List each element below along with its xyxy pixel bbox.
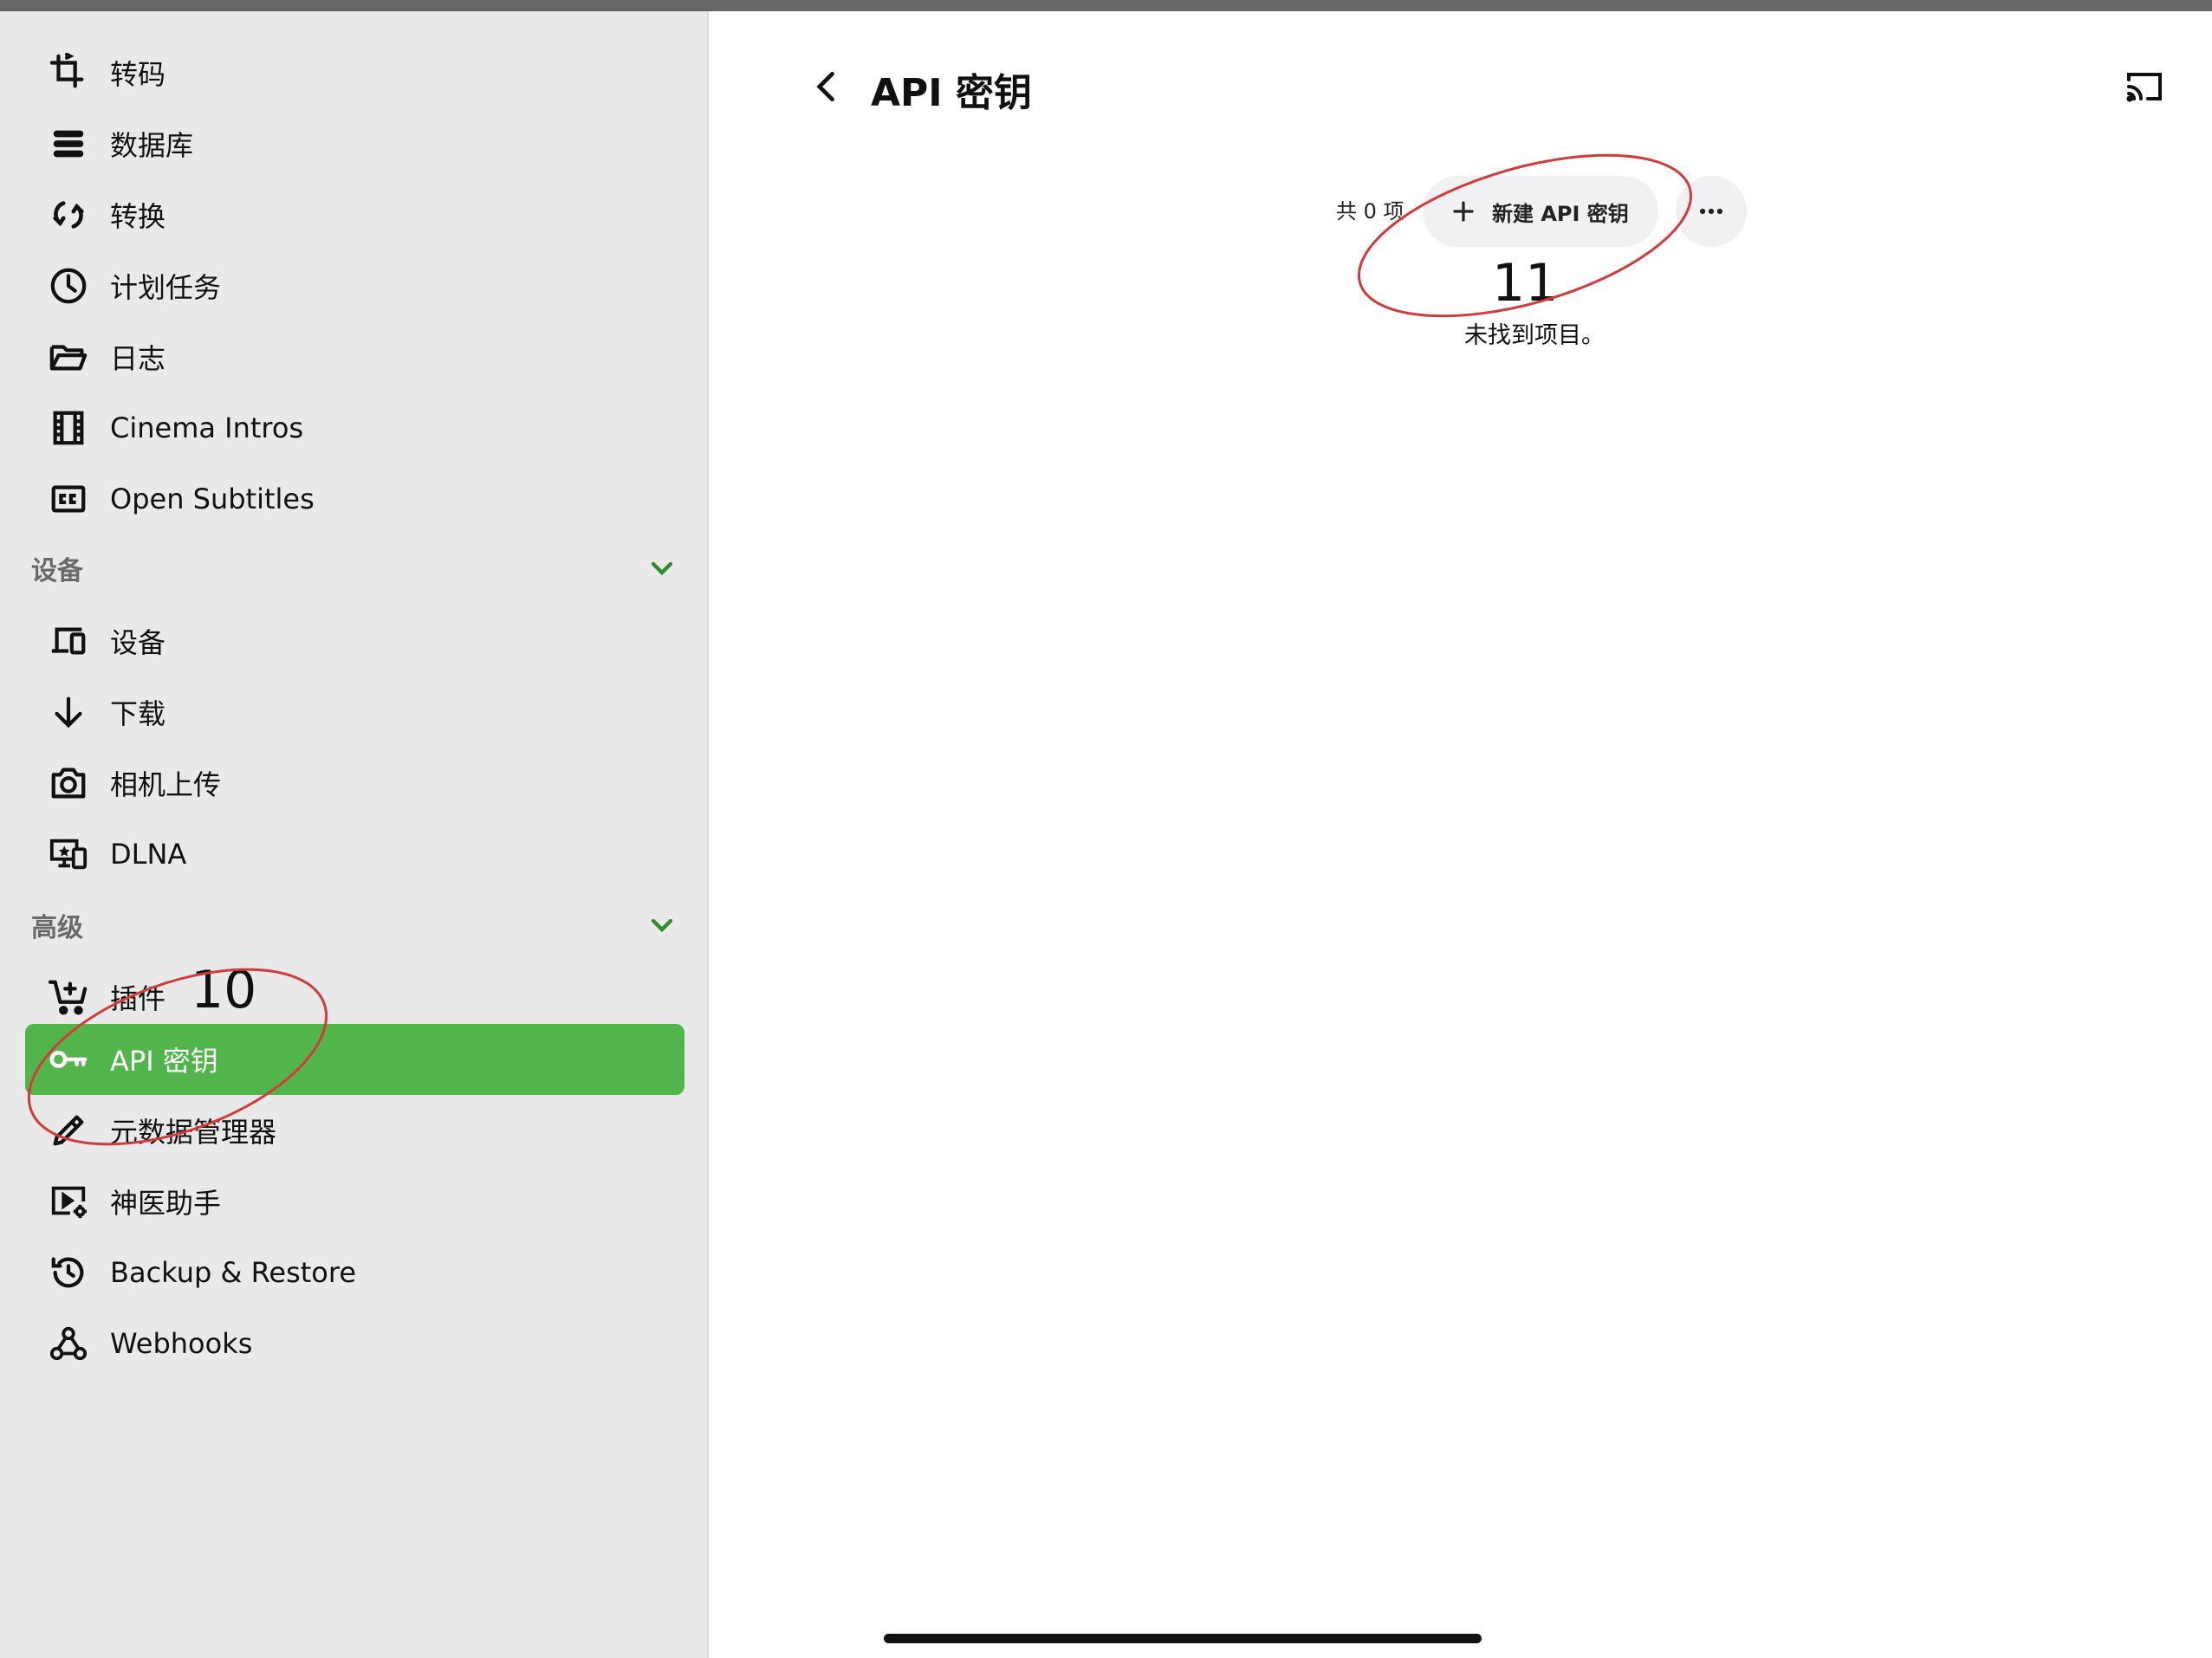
page-title: API 密钥 [871, 71, 1032, 115]
sidebar-item-label: 元数据管理器 [110, 1116, 277, 1149]
sidebar-item-label: Backup & Restore [110, 1256, 357, 1289]
closed-caption-icon [44, 475, 93, 523]
dlna-icon [44, 830, 93, 878]
sidebar-item-label: 转换 [110, 200, 166, 233]
sidebar-item-label: 转码 [110, 58, 166, 91]
sidebar-item-label: 设备 [110, 626, 166, 659]
sidebar-item-metadata-manager[interactable]: 元数据管理器 [25, 1095, 684, 1166]
sidebar-item-label: API 密钥 [110, 1045, 218, 1078]
more-options-button[interactable] [1676, 176, 1747, 247]
sidebar-item-shenyi-assistant[interactable]: 神医助手 [25, 1166, 684, 1237]
sidebar-item-downloads[interactable]: 下载 [25, 677, 684, 748]
annotation-label-11: 11 [1492, 253, 1559, 314]
sidebar-item-label: 日志 [110, 342, 166, 375]
sidebar-item-label: Cinema Intros [110, 411, 304, 444]
sidebar-item-label: Webhooks [110, 1327, 253, 1360]
empty-state-message: 未找到项目。 [1464, 322, 1605, 349]
sidebar-item-plugins[interactable]: 插件 [25, 962, 684, 1033]
section-title: 设备 [31, 556, 83, 586]
home-indicator [884, 1634, 1482, 1643]
back-button[interactable] [797, 56, 858, 117]
sidebar-item-devices[interactable]: 设备 [25, 606, 684, 677]
item-count: 共 0 项 [1336, 199, 1404, 223]
annotation-label-10: 10 [191, 960, 257, 1020]
status-bar [0, 0, 2212, 11]
sidebar-item-database[interactable]: 数据库 [25, 108, 684, 179]
sidebar-item-transcode[interactable]: 转码 [25, 37, 684, 108]
sidebar-item-scheduled-tasks[interactable]: 计划任务 [25, 250, 684, 321]
sidebar-item-camera-upload[interactable]: 相机上传 [25, 748, 684, 819]
crop-transcode-icon [44, 49, 93, 97]
film-strip-icon [44, 404, 93, 452]
cart-plus-icon [44, 973, 93, 1021]
sidebar-item-label: 计划任务 [110, 271, 222, 304]
sidebar-item-logs[interactable]: 日志 [25, 321, 684, 392]
cast-icon [2126, 73, 2162, 102]
sidebar-item-label: Open Subtitles [110, 483, 315, 515]
sidebar-item-backup-restore[interactable]: Backup & Restore [25, 1237, 684, 1308]
sidebar-item-open-subtitles[interactable]: Open Subtitles [25, 463, 684, 534]
folder-open-icon [44, 333, 93, 381]
database-icon [44, 120, 93, 168]
sidebar: 转码 数据库 转换 计划任务 日志 Cinema Intros Open Sub… [0, 11, 709, 1658]
new-api-key-button[interactable]: 新建 API 密钥 [1423, 176, 1658, 247]
sidebar-item-dlna[interactable]: DLNA [25, 819, 684, 890]
arrow-down-icon [44, 688, 93, 736]
convert-arrows-icon [44, 191, 93, 239]
sidebar-item-label: 下载 [110, 697, 166, 730]
webhook-icon [44, 1319, 93, 1368]
main-content: API 密钥 共 0 项 新建 API 密钥 未找到项目。 [710, 11, 2212, 1658]
sidebar-item-label: DLNA [110, 838, 187, 871]
restore-icon [44, 1248, 93, 1297]
sidebar-item-cinema-intros[interactable]: Cinema Intros [25, 392, 684, 463]
sidebar-item-label: 插件 [110, 982, 166, 1015]
cast-button[interactable] [2114, 56, 2175, 117]
section-header-advanced[interactable]: 高级 [31, 903, 684, 947]
sidebar-item-label: 相机上传 [110, 768, 222, 801]
new-api-key-label: 新建 API 密钥 [1492, 201, 1629, 226]
camera-icon [44, 759, 93, 807]
chevron-down-icon [651, 561, 673, 576]
section-title: 高级 [31, 913, 83, 943]
video-settings-icon [44, 1177, 93, 1226]
sidebar-item-label: 数据库 [110, 129, 194, 162]
section-header-devices[interactable]: 设备 [31, 547, 684, 590]
sidebar-item-api-keys[interactable]: API 密钥 [25, 1024, 684, 1095]
sidebar-item-webhooks[interactable]: Webhooks [25, 1308, 684, 1379]
chevron-left-icon [816, 71, 834, 102]
pencil-icon [44, 1106, 93, 1155]
chevron-down-icon [651, 918, 673, 933]
sidebar-item-convert[interactable]: 转换 [25, 179, 684, 250]
more-horizontal-icon [1699, 208, 1723, 215]
key-icon [44, 1035, 93, 1084]
clock-icon [44, 262, 93, 310]
plus-icon [1453, 201, 1474, 222]
sidebar-item-label: 神医助手 [110, 1187, 222, 1220]
devices-icon [44, 617, 93, 665]
